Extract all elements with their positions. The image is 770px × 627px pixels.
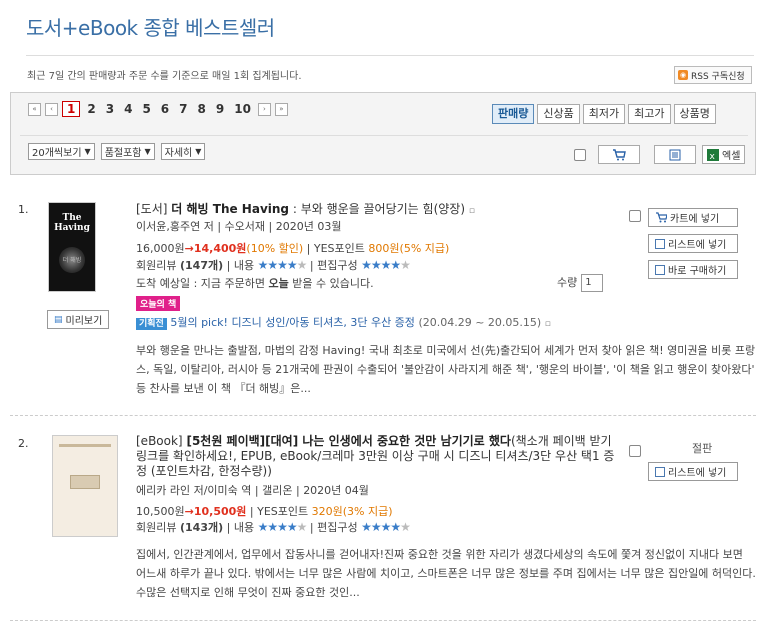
rss-button[interactable]: ◉ RSS 구독신청 xyxy=(674,66,752,84)
book-description: 부와 행운을 만나는 출발점, 마법의 감정 Having! 국내 최초로 미국… xyxy=(136,344,756,395)
page-link-current[interactable]: 1 xyxy=(62,101,81,117)
divider xyxy=(10,415,756,416)
list-icon xyxy=(669,149,681,160)
bulk-tools: x 엑셀 xyxy=(574,145,746,164)
today-book-badge: 오늘의 책 xyxy=(136,296,181,311)
rating-stars: ★★★★★ xyxy=(361,520,411,534)
new-window-icon[interactable]: ▫ xyxy=(469,206,475,216)
page-link[interactable]: 6 xyxy=(158,102,172,116)
book-rating: 회원리뷰 (143개) | 내용 ★★★★★ | 편집구성 ★★★★★ xyxy=(136,520,411,534)
event-info[interactable]: 기획전 5월의 pick! 디즈니 성인/아동 티셔츠, 3단 우산 증정 (2… xyxy=(136,313,551,334)
book-rating: 회원리뷰 (147개) | 내용 ★★★★★ | 편집구성 ★★★★★ xyxy=(136,258,411,272)
rss-label: RSS 구독신청 xyxy=(691,71,745,82)
chevron-down-icon: ▼ xyxy=(144,147,151,156)
select-all-checkbox[interactable] xyxy=(574,148,586,161)
item-checkbox[interactable] xyxy=(629,445,641,457)
quantity-control: 수량 1 xyxy=(557,273,604,293)
per-page-select[interactable]: 20개씩보기 ▼ xyxy=(28,143,95,160)
book-price: 16,000원→14,400원(10% 할인) | YES포인트 800원(5%… xyxy=(136,242,450,255)
rating-stars: ★★★★★ xyxy=(361,258,411,272)
delivery-info: 도착 예상일 : 지금 주문하면 오늘 받을 수 있습니다. xyxy=(136,277,374,290)
page-link[interactable]: 5 xyxy=(139,102,153,116)
next-page-button[interactable]: › xyxy=(257,102,271,116)
add-to-cart-button[interactable]: 카트에 넣기 xyxy=(648,208,738,227)
cart-icon xyxy=(656,212,667,223)
cover-art xyxy=(70,475,100,489)
sort-tab-lowest-price[interactable]: 최저가 xyxy=(582,104,626,124)
stock-select[interactable]: 품절포함 ▼ xyxy=(100,143,155,160)
divider xyxy=(20,135,748,136)
page-subtitle: 최근 7일 간의 판매량과 주문 수를 기준으로 매일 1회 집계됩니다. xyxy=(27,71,302,82)
rating-stars: ★★★★★ xyxy=(257,520,308,534)
chevron-down-icon: ▼ xyxy=(84,147,91,156)
list-icon xyxy=(655,466,665,477)
page-link[interactable]: 2 xyxy=(84,102,98,116)
page-title: 도서+eBook 종합 베스트셀러 xyxy=(26,16,275,40)
view-select[interactable]: 자세히 ▼ xyxy=(160,143,206,160)
rss-icon: ◉ xyxy=(678,70,688,80)
divider xyxy=(26,55,754,56)
pagination: « ‹ 1 2 3 4 5 6 7 8 9 10 › » xyxy=(28,101,288,117)
book-icon: ▤ xyxy=(54,314,63,325)
book-meta: 에리카 라인 저/이미숙 역 | 갤리온 | 2020년 04월 xyxy=(136,484,369,497)
chevron-down-icon: ▼ xyxy=(195,147,202,156)
divider xyxy=(10,620,756,621)
filter-row: 20개씩보기 ▼ 품절포함 ▼ 자세히 ▼ xyxy=(28,143,206,160)
page-link[interactable]: 4 xyxy=(121,102,135,116)
excel-icon: x xyxy=(707,148,719,161)
add-to-list-button[interactable]: 리스트에 넣기 xyxy=(648,462,738,481)
quantity-input[interactable]: 1 xyxy=(581,274,604,292)
book-title[interactable]: [eBook] [5천원 페이백][대여] 나는 인생에서 중요한 것만 남기기… xyxy=(136,434,624,479)
excel-button[interactable]: x 엑셀 xyxy=(702,145,746,164)
bulk-list-button[interactable] xyxy=(654,145,696,164)
item-checkbox[interactable] xyxy=(629,210,641,222)
book-description: 집에서, 인간관계에서, 업무에서 잡동사니를 걷어내자!진짜 중요한 것을 위… xyxy=(136,548,756,599)
page-link[interactable]: 8 xyxy=(195,102,209,116)
bulk-cart-button[interactable] xyxy=(598,145,640,164)
last-page-button[interactable]: » xyxy=(274,102,288,116)
cover-art xyxy=(59,444,111,447)
prev-page-button[interactable]: ‹ xyxy=(45,102,58,116)
preview-button[interactable]: ▤ 미리보기 xyxy=(47,310,110,329)
book-meta: 이서윤,홍주연 저 | 수오서재 | 2020년 03월 xyxy=(136,220,342,233)
rank-number: 2. xyxy=(18,437,29,450)
buy-now-button[interactable]: 바로 구매하기 xyxy=(648,260,738,279)
status-badge: 절판 xyxy=(692,442,713,455)
page-link[interactable]: 3 xyxy=(103,102,117,116)
page-link[interactable]: 9 xyxy=(213,102,227,116)
svg-text:x: x xyxy=(710,152,716,161)
sort-tab-sales[interactable]: 판매량 xyxy=(492,104,535,124)
new-window-icon[interactable]: ▫ xyxy=(545,319,551,329)
cart-icon xyxy=(613,148,626,160)
rank-number: 1. xyxy=(18,203,29,216)
sort-tabs: 판매량 신상품 최저가 최고가 상품명 xyxy=(492,104,716,124)
list-icon xyxy=(655,238,665,249)
sort-tab-newest[interactable]: 신상품 xyxy=(537,104,580,124)
arrow-right-icon xyxy=(655,264,665,275)
page-link[interactable]: 10 xyxy=(231,102,254,116)
sort-tab-name[interactable]: 상품명 xyxy=(673,104,716,124)
book-cover[interactable] xyxy=(52,435,118,537)
add-to-list-button[interactable]: 리스트에 넣기 xyxy=(648,234,738,253)
page-link[interactable]: 7 xyxy=(176,102,190,116)
rating-stars: ★★★★★ xyxy=(257,258,308,272)
book-cover[interactable]: The Having 더 해빙 xyxy=(48,202,96,292)
sort-tab-highest-price[interactable]: 최고가 xyxy=(628,104,671,124)
first-page-button[interactable]: « xyxy=(28,102,41,116)
